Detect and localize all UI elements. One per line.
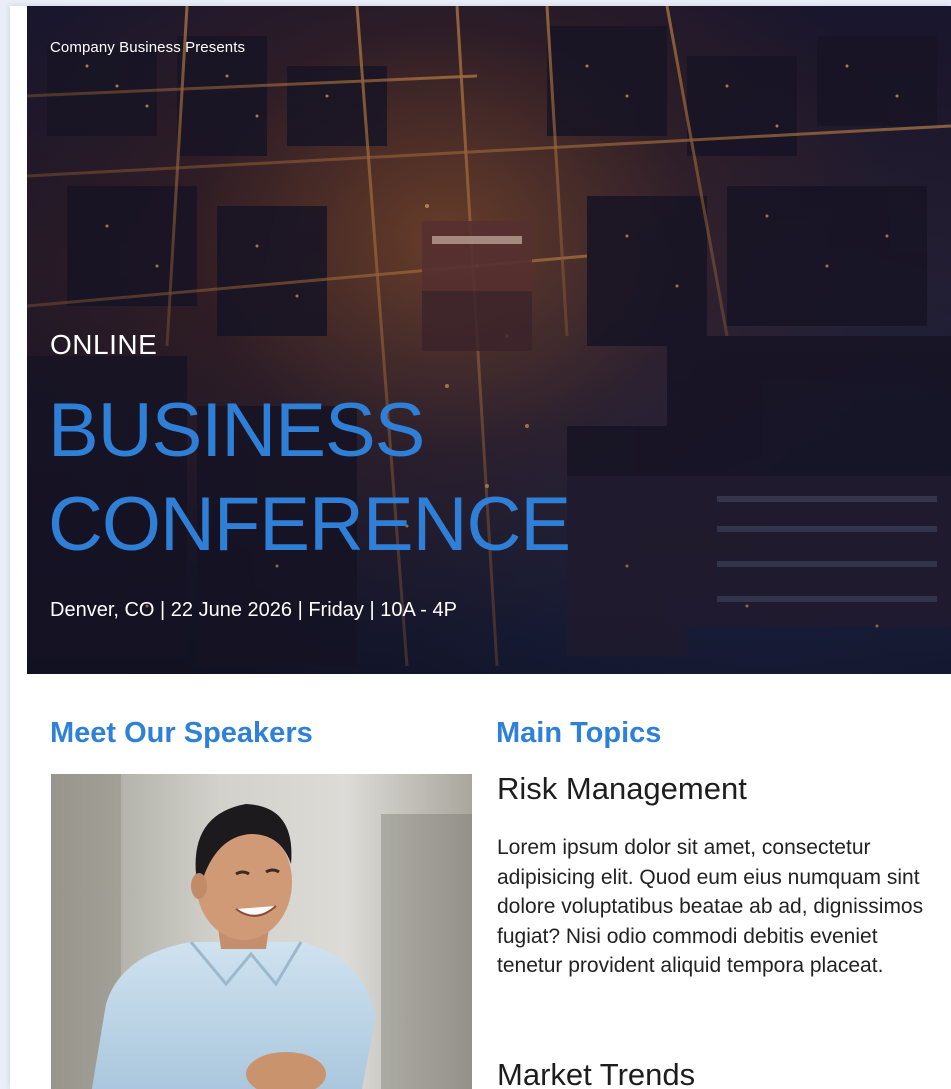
speaker-portrait-image — [51, 774, 472, 1089]
newsletter-page: Company Business Presents ONLINE BUSINES… — [10, 6, 951, 1089]
event-title: BUSINESS CONFERENCE — [48, 384, 571, 572]
topic-description-risk-management: Lorem ipsum dolor sit amet, consectetur … — [497, 836, 924, 977]
speakers-heading: Meet Our Speakers — [50, 717, 313, 749]
speaker-photo — [51, 774, 472, 1089]
hero-banner: Company Business Presents ONLINE BUSINES… — [27, 6, 951, 674]
presenter-label: Company Business Presents — [50, 39, 246, 56]
topic-title-risk-management: Risk Management — [497, 771, 747, 806]
event-details: Denver, CO | 22 June 2026 | Friday | 10A… — [50, 599, 457, 621]
event-title-line-1: BUSINESS — [48, 388, 425, 473]
event-title-line-2: CONFERENCE — [48, 482, 571, 567]
hero-overlay — [27, 6, 951, 674]
topic-title-market-trends: Market Trends — [497, 1057, 696, 1089]
topics-heading: Main Topics — [496, 717, 662, 749]
event-format-label: ONLINE — [50, 329, 158, 360]
